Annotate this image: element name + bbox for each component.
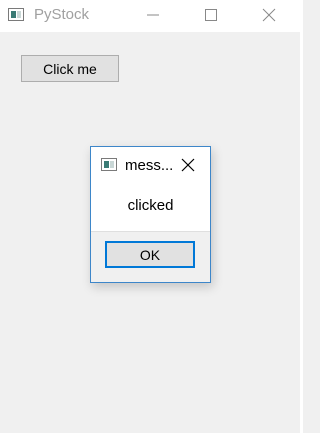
click-me-button[interactable]: Click me (21, 55, 119, 82)
minimize-icon (147, 14, 159, 16)
window-titlebar[interactable]: PyStock (0, 0, 300, 32)
dialog-body: clicked (91, 183, 210, 231)
window-title: PyStock (34, 6, 90, 23)
dialog-close-button[interactable] (177, 155, 199, 175)
background-strip (300, 0, 303, 433)
app-window-icon (8, 8, 24, 21)
close-button[interactable] (246, 0, 292, 30)
dialog-app-icon (101, 158, 117, 171)
dialog-titlebar[interactable]: mess... (91, 147, 210, 183)
maximize-button[interactable] (188, 0, 234, 30)
dialog-footer: OK (91, 231, 210, 282)
ok-button[interactable]: OK (105, 241, 195, 268)
close-icon (181, 158, 195, 172)
close-icon (262, 8, 276, 22)
minimize-button[interactable] (130, 0, 176, 30)
dialog-title: mess... (125, 157, 174, 174)
message-dialog: mess... clicked OK (90, 146, 211, 283)
dialog-message: clicked (127, 197, 174, 214)
ok-button-label: OK (139, 246, 161, 263)
maximize-icon (205, 9, 217, 21)
